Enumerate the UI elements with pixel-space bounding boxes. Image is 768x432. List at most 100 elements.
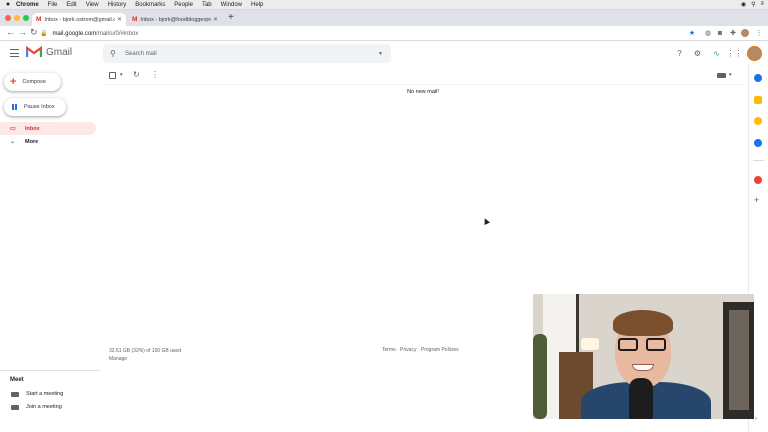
help-icon[interactable]: ? xyxy=(674,48,685,59)
join-meeting-link[interactable]: Join a meeting xyxy=(0,401,96,413)
url-domain: mail.google.com xyxy=(52,30,97,37)
more-options-icon[interactable]: ⋮ xyxy=(151,70,159,79)
menu-help[interactable]: Help xyxy=(251,2,263,8)
main-menu-icon[interactable] xyxy=(10,49,19,57)
add-addon-icon[interactable]: + xyxy=(754,195,759,205)
window-controls xyxy=(5,15,29,21)
search-placeholder: Search mail xyxy=(125,50,157,57)
side-panel-toggle-icon[interactable]: › xyxy=(755,416,757,422)
mac-menu-bar: ● Chrome File Edit View History Bookmark… xyxy=(0,0,768,10)
compose-button[interactable]: + Compose xyxy=(4,73,61,91)
sidebar-item-more[interactable]: ⌄ More xyxy=(0,135,96,148)
bookmark-star-icon[interactable]: ★ xyxy=(688,29,696,37)
extension-icon[interactable]: ◍ xyxy=(704,29,712,37)
select-all-checkbox[interactable] xyxy=(109,72,116,79)
new-tab-icon[interactable]: + xyxy=(228,12,234,23)
manage-storage-link[interactable]: Manage xyxy=(109,355,181,363)
gmail-logo[interactable]: Gmail xyxy=(26,46,72,58)
meet-divider xyxy=(0,370,100,371)
lock-icon[interactable]: 🔒 xyxy=(40,30,47,37)
status-icon[interactable]: ◉ xyxy=(741,1,746,8)
video-camera-icon xyxy=(11,391,19,397)
sidebar-item-label: More xyxy=(25,138,39,145)
menu-status-icons: ◉ ⚲ ≡ xyxy=(741,1,764,8)
addon-icon[interactable] xyxy=(754,176,762,184)
input-tools-keyboard-icon[interactable] xyxy=(717,73,726,78)
menu-people[interactable]: People xyxy=(174,2,193,8)
sidebar-item-label: Inbox xyxy=(25,125,40,132)
gmail-favicon-icon: M xyxy=(36,16,42,23)
close-tab-icon[interactable]: ✕ xyxy=(213,16,218,23)
search-icon[interactable]: ⚲ xyxy=(110,49,124,58)
url-field[interactable]: 🔒 mail.google.com /mail/u/0/#inbox xyxy=(40,28,676,39)
webcam-person-hair xyxy=(613,310,673,336)
pause-inbox-label: Pause Inbox xyxy=(24,104,55,110)
tab-title: Inbox - bjork.ostrom@gmail.co xyxy=(44,16,115,23)
menu-tab[interactable]: Tab xyxy=(202,2,212,8)
reload-icon[interactable]: ↻ xyxy=(30,27,38,38)
storage-usage: 32.61 GB (32%) of 100 GB used xyxy=(109,348,181,354)
menu-window[interactable]: Window xyxy=(221,2,242,8)
footer-links[interactable]: Terms · Privacy · Program Policies xyxy=(382,347,459,353)
gmail-wordmark: Gmail xyxy=(46,46,73,58)
menu-app-name[interactable]: Chrome xyxy=(16,2,39,8)
chrome-menu-icon[interactable]: ⋮ xyxy=(755,29,763,37)
puzzle-icon[interactable]: ✚ xyxy=(729,29,737,37)
webcam-video-feed xyxy=(533,294,754,419)
search-input[interactable]: ⚲ Search mail ▼ xyxy=(103,44,391,63)
sidebar-item-inbox[interactable]: ▭ Inbox xyxy=(0,122,96,135)
start-meeting-link[interactable]: Start a meeting xyxy=(0,388,96,400)
tasks-icon[interactable] xyxy=(754,139,762,147)
search-icon[interactable]: ⚲ xyxy=(751,1,755,8)
storage-info: 32.61 GB (32%) of 100 GB used Manage xyxy=(109,347,181,363)
back-icon[interactable]: ← xyxy=(6,27,15,37)
input-tools-chevron-icon[interactable]: ▼ xyxy=(728,72,732,77)
meet-section-title: Meet xyxy=(10,377,24,383)
webcam-person-smile xyxy=(632,364,654,371)
menu-history[interactable]: History xyxy=(108,2,127,8)
menu-file[interactable]: File xyxy=(48,2,58,8)
inbox-icon: ▭ xyxy=(10,126,16,132)
calendar-icon[interactable] xyxy=(754,74,762,82)
gmail-favicon-icon: M xyxy=(132,16,138,23)
notes-icon[interactable] xyxy=(754,117,762,125)
side-panel-divider xyxy=(753,160,764,161)
menu-bookmarks[interactable]: Bookmarks xyxy=(135,2,165,8)
webcam-lamp xyxy=(581,338,599,350)
menu-list-icon[interactable]: ≡ xyxy=(760,1,764,8)
chevron-down-icon: ⌄ xyxy=(10,139,16,145)
select-options-chevron-icon[interactable]: ▼ xyxy=(119,72,123,77)
tab-title: Inbox - bjork@foodbloggerpro xyxy=(140,16,211,23)
profile-avatar-icon[interactable] xyxy=(741,29,749,37)
close-tab-icon[interactable]: ✕ xyxy=(117,16,122,23)
zoom-window-button[interactable] xyxy=(23,15,29,21)
account-avatar[interactable] xyxy=(747,46,762,61)
browser-tab[interactable]: M Inbox - bjork@foodbloggerpro ✕ xyxy=(128,13,222,26)
toolbar-divider xyxy=(103,84,743,85)
keep-icon[interactable] xyxy=(754,96,762,104)
apps-grid-icon[interactable]: ⋮⋮ xyxy=(727,48,743,59)
minimize-window-button[interactable] xyxy=(14,15,20,21)
webcam-person-glasses xyxy=(618,338,668,351)
pocket-icon[interactable]: ◙ xyxy=(716,29,724,37)
mail-toolbar: ▼ ↻ ⋮ ▼ xyxy=(103,68,743,83)
menu-edit[interactable]: Edit xyxy=(66,2,76,8)
browser-tab-active[interactable]: M Inbox - bjork.ostrom@gmail.co ✕ xyxy=(32,13,126,26)
close-window-button[interactable] xyxy=(5,15,11,21)
settings-gear-icon[interactable]: ⚙ xyxy=(692,48,703,59)
refresh-icon[interactable]: ↻ xyxy=(133,70,140,79)
apple-icon[interactable]: ● xyxy=(0,1,16,8)
compose-plus-icon: + xyxy=(10,75,17,88)
search-options-icon[interactable]: ▼ xyxy=(378,51,383,57)
pause-inbox-button[interactable]: Pause Inbox xyxy=(4,98,66,116)
url-path: /mail/u/0/#inbox xyxy=(96,30,139,37)
join-meeting-label: Join a meeting xyxy=(26,404,62,410)
gmail-m-icon xyxy=(26,46,42,57)
compose-label: Compose xyxy=(22,79,46,85)
status-activity-icon[interactable]: ∿ xyxy=(711,48,722,59)
webcam-door-glass xyxy=(729,310,749,410)
webcam-plant xyxy=(533,334,547,419)
menu-view[interactable]: View xyxy=(86,2,99,8)
forward-icon[interactable]: → xyxy=(18,27,27,37)
mouse-cursor-icon xyxy=(482,217,490,225)
